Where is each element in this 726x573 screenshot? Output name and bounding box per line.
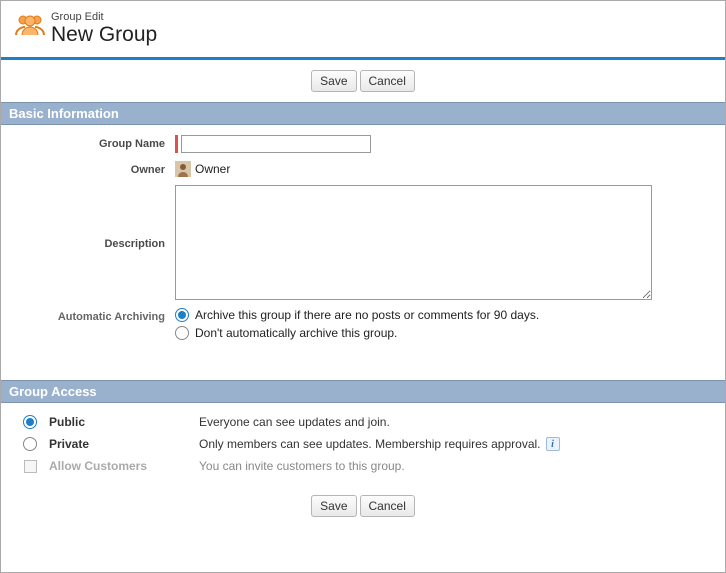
archive-never-radio[interactable] bbox=[175, 326, 189, 340]
description-input[interactable] bbox=[175, 185, 652, 300]
section-basic-header: Basic Information bbox=[1, 102, 725, 125]
allow-customers-checkbox bbox=[24, 460, 37, 473]
label-owner: Owner bbox=[15, 161, 175, 176]
info-icon[interactable]: i bbox=[546, 437, 560, 451]
owner-name: Owner bbox=[195, 162, 230, 176]
access-public-desc: Everyone can see updates and join. bbox=[199, 415, 390, 429]
access-public-label: Public bbox=[49, 415, 189, 429]
access-allow-desc: You can invite customers to this group. bbox=[199, 459, 405, 473]
archive-never-label: Don't automatically archive this group. bbox=[195, 326, 397, 340]
access-private-label: Private bbox=[49, 437, 189, 451]
avatar bbox=[175, 161, 191, 177]
save-button-bottom[interactable]: Save bbox=[311, 495, 356, 517]
access-allow-label: Allow Customers bbox=[49, 459, 189, 473]
access-private-radio[interactable] bbox=[23, 437, 37, 451]
cancel-button-bottom[interactable]: Cancel bbox=[360, 495, 415, 517]
group-name-input[interactable] bbox=[181, 135, 371, 153]
label-auto-archiving: Automatic Archiving bbox=[15, 308, 175, 323]
group-icon bbox=[13, 11, 47, 39]
archive-90-label: Archive this group if there are no posts… bbox=[195, 308, 539, 322]
label-description: Description bbox=[15, 235, 175, 250]
cancel-button[interactable]: Cancel bbox=[360, 70, 415, 92]
breadcrumb: Group Edit bbox=[51, 11, 157, 23]
archive-90-radio[interactable] bbox=[175, 308, 189, 322]
page-title: New Group bbox=[51, 23, 157, 47]
required-indicator bbox=[175, 135, 178, 153]
save-button[interactable]: Save bbox=[311, 70, 356, 92]
access-private-desc: Only members can see updates. Membership… bbox=[199, 437, 541, 451]
access-public-radio[interactable] bbox=[23, 415, 37, 429]
section-access-header: Group Access bbox=[1, 380, 725, 403]
label-group-name: Group Name bbox=[15, 135, 175, 150]
